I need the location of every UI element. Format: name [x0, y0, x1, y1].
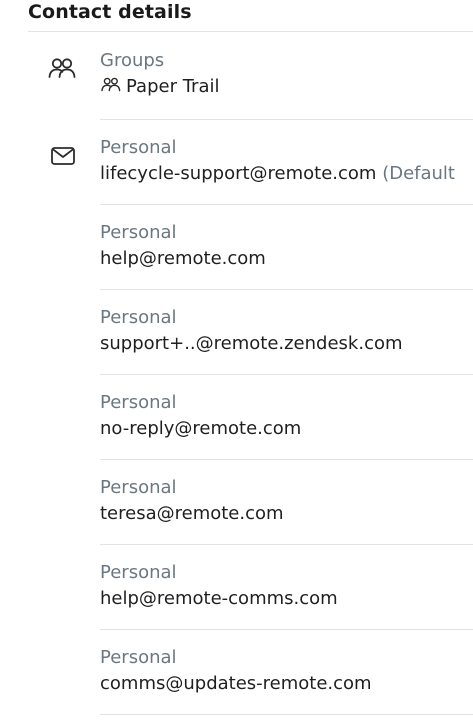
email-value[interactable]: teresa@remote.com: [100, 501, 473, 527]
divider: [100, 629, 473, 630]
email-value[interactable]: support+..@remote.zendesk.com: [100, 331, 473, 357]
email-label: Personal: [100, 562, 177, 583]
email-row: Personal support+..@remote.zendesk.com: [100, 305, 473, 375]
email-value[interactable]: comms@updates-remote.com: [100, 671, 473, 697]
email-label: Personal: [100, 647, 177, 668]
email-row: Personal help@remote.com: [100, 220, 473, 290]
groups-value[interactable]: Paper Trail: [100, 74, 473, 100]
divider: [100, 289, 473, 290]
mail-icon: [49, 142, 77, 170]
divider: [100, 544, 473, 545]
groups-row: Groups Paper Trail: [100, 48, 473, 120]
email-value[interactable]: help@remote.com: [100, 246, 473, 272]
email-row: Personal lifecycle-support@remote.com (D…: [100, 135, 473, 205]
email-label: Personal: [100, 137, 177, 158]
divider: [100, 459, 473, 460]
email-row: Personal comms@updates-remote.com: [100, 645, 473, 715]
section-title: Contact details: [28, 1, 192, 23]
email-value[interactable]: no-reply@remote.com: [100, 416, 473, 442]
email-label: Personal: [100, 477, 177, 498]
group-icon: [47, 54, 77, 84]
divider: [100, 204, 473, 205]
email-row: Personal teresa@remote.com: [100, 475, 473, 545]
email-row: Personal no-reply@remote.com: [100, 390, 473, 460]
email-row: Personal help@remote-comms.com: [100, 560, 473, 630]
divider: [100, 119, 473, 120]
email-value[interactable]: help@remote-comms.com: [100, 586, 473, 612]
group-icon: [100, 76, 122, 94]
email-label: Personal: [100, 392, 177, 413]
email-address: lifecycle-support@remote.com: [100, 163, 377, 184]
groups-label: Groups: [100, 50, 165, 71]
email-label: Personal: [100, 222, 177, 243]
divider: [100, 374, 473, 375]
email-label: Personal: [100, 307, 177, 328]
email-value[interactable]: lifecycle-support@remote.com (Default: [100, 161, 473, 187]
group-name: Paper Trail: [126, 76, 220, 97]
divider: [100, 714, 473, 715]
divider: [28, 31, 473, 32]
default-tag: (Default: [376, 163, 455, 184]
